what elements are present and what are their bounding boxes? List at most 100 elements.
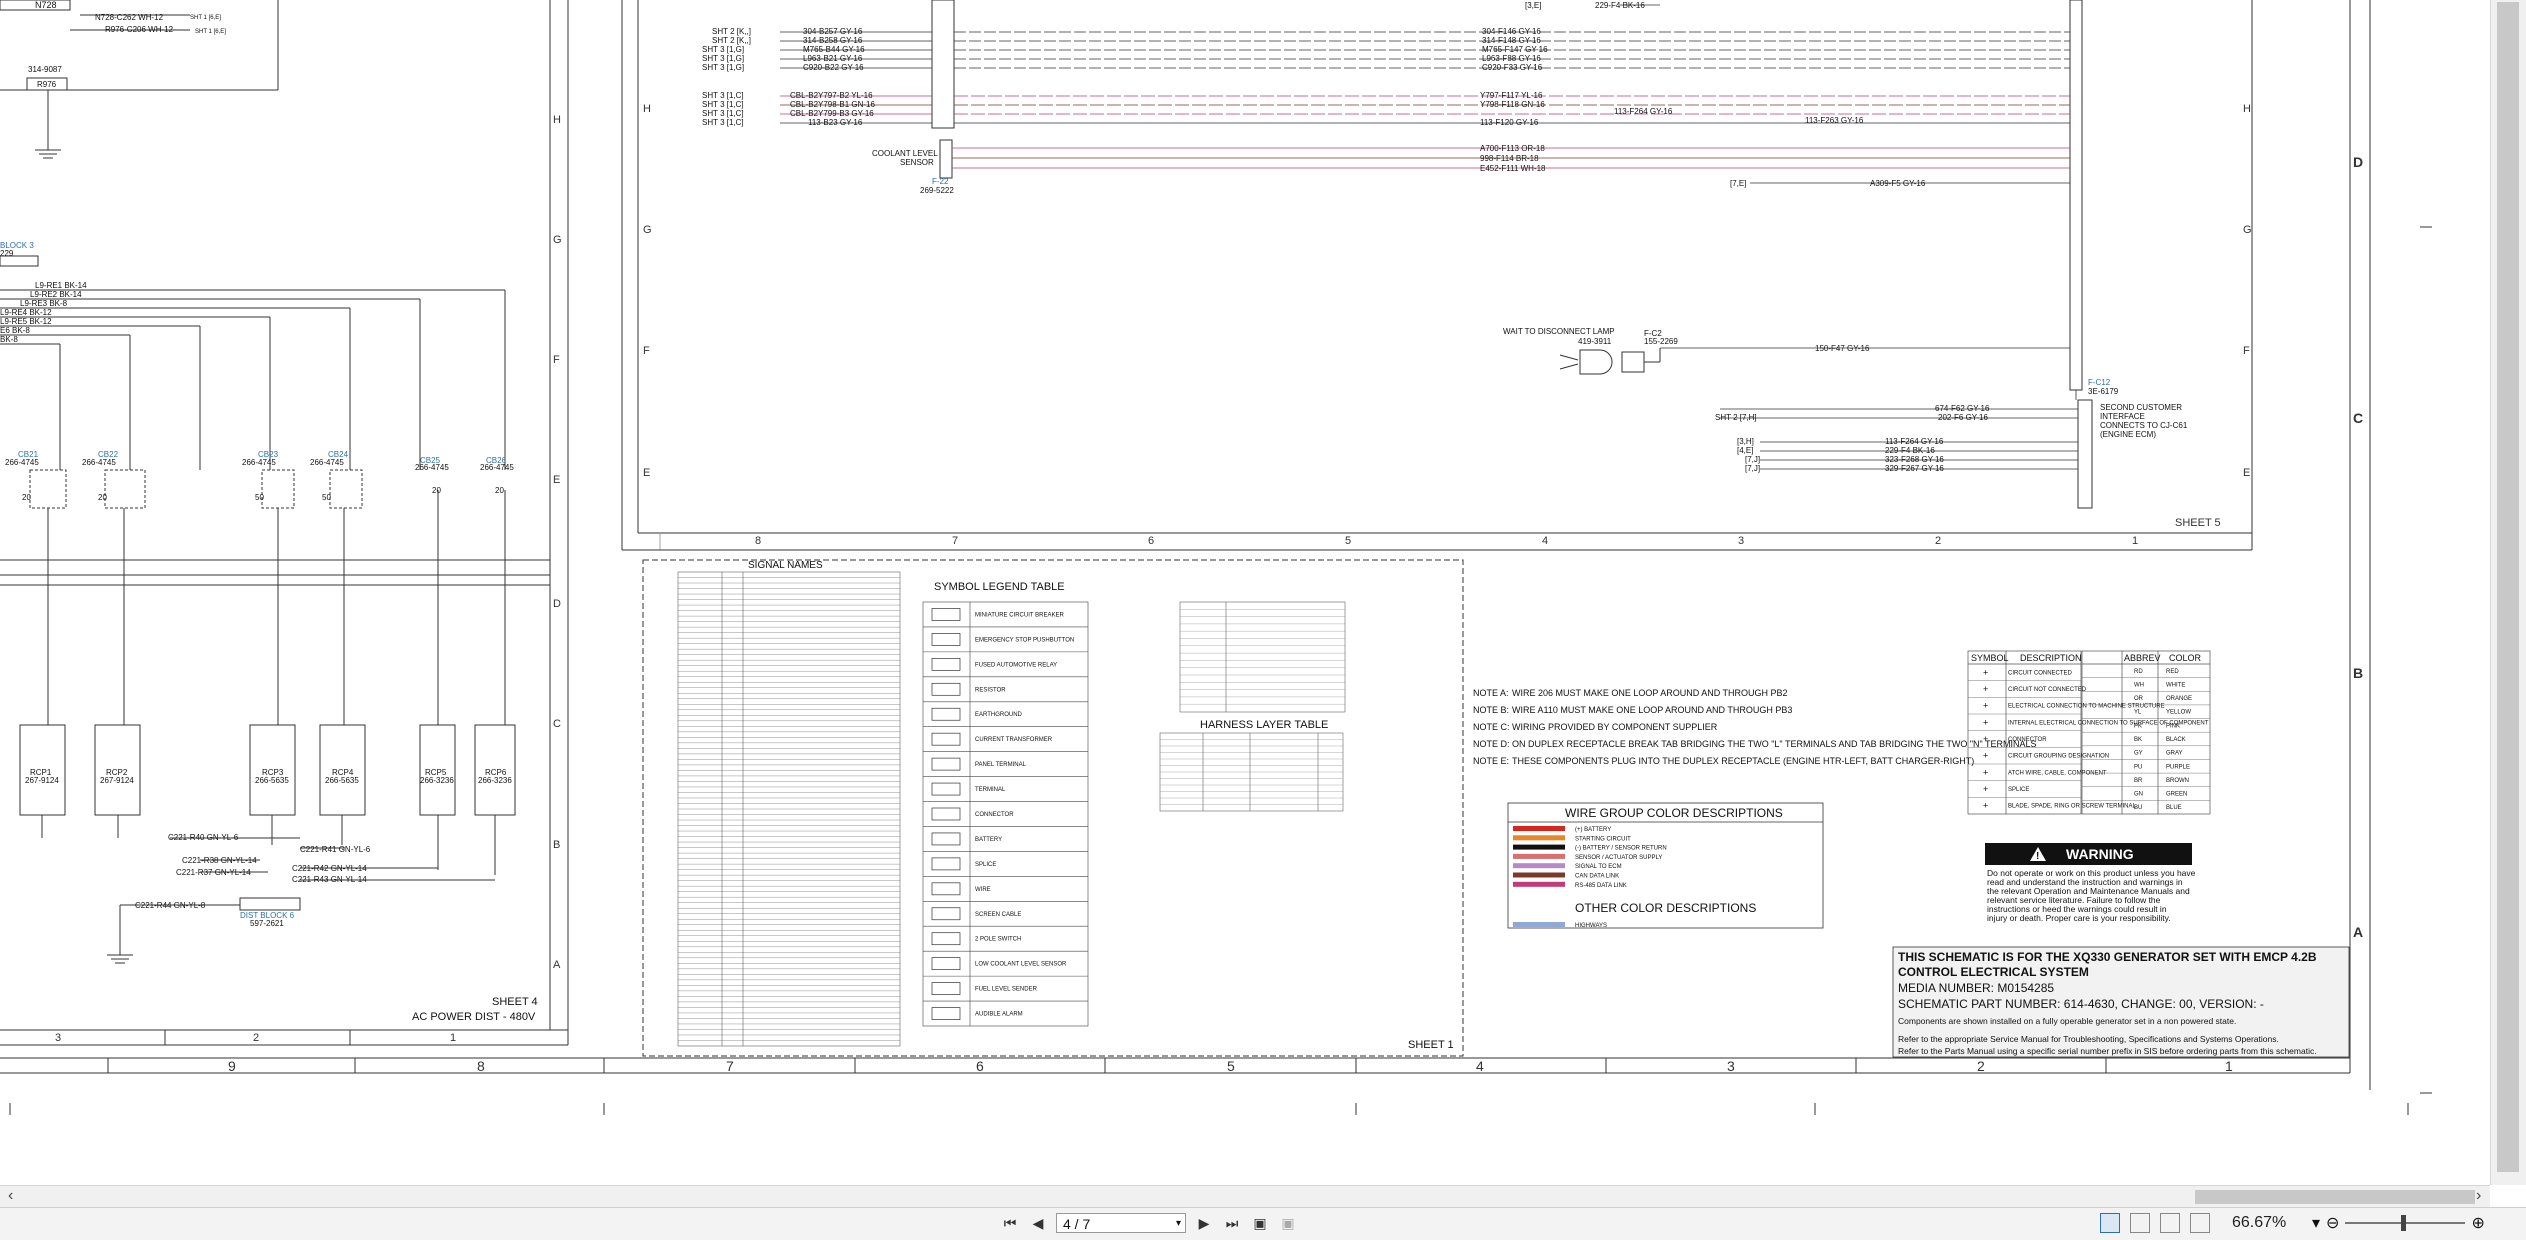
continuous-page-icon[interactable] <box>2130 1213 2150 1233</box>
prev-page-icon[interactable]: ◀ <box>1028 1212 1048 1234</box>
svg-text:SHT 1 [6,E]: SHT 1 [6,E] <box>190 15 221 21</box>
page-number-field[interactable]: 4 / 7 ▾ <box>1056 1213 1186 1233</box>
svg-text:229: 229 <box>0 249 14 258</box>
svg-text:THESE COMPONENTS PLUG INTO THE: THESE COMPONENTS PLUG INTO THE DUPLEX RE… <box>1512 756 1974 766</box>
svg-text:1: 1 <box>450 1032 456 1044</box>
svg-text:SHT 2 [7,H]: SHT 2 [7,H] <box>1715 413 1757 422</box>
horizontal-scroll-thumb[interactable] <box>2195 1190 2475 1204</box>
svg-text:113-F264 GY-16: 113-F264 GY-16 <box>1885 437 1944 446</box>
abbrev-color: BLACK <box>2166 737 2186 743</box>
svg-text:R976-C206 WH-12: R976-C206 WH-12 <box>105 25 174 34</box>
abbrev-color: BLUE <box>2166 805 2182 811</box>
svg-text:Components are shown installed: Components are shown installed on a full… <box>1898 1016 2236 1026</box>
first-page-icon[interactable]: ⏮ <box>1000 1212 1020 1234</box>
wire-group-label: (+) BATTERY <box>1575 827 1611 833</box>
svg-text:1: 1 <box>2225 1058 2233 1074</box>
svg-text:50: 50 <box>255 493 264 502</box>
sheet1-frame <box>0 0 2371 1090</box>
svg-text:CONTROL ELECTRICAL SYSTEM: CONTROL ELECTRICAL SYSTEM <box>1898 965 2089 979</box>
zoom-in-icon[interactable]: ⊕ <box>2471 1213 2484 1233</box>
single-page-icon[interactable] <box>2100 1213 2120 1233</box>
svg-text:113-F120 GY-16: 113-F120 GY-16 <box>1480 118 1539 127</box>
legend-symbol-icon <box>931 832 961 846</box>
last-page-icon[interactable]: ⏭ <box>1222 1212 1242 1234</box>
svg-text:267-9124: 267-9124 <box>100 776 134 785</box>
svg-text:!: ! <box>2036 851 2039 862</box>
svg-text:266-5635: 266-5635 <box>255 776 289 785</box>
svg-text:ABBREV: ABBREV <box>2124 653 2161 663</box>
svg-text:266-4745: 266-4745 <box>82 458 116 467</box>
vertical-scroll-thumb[interactable] <box>2497 2 2519 1172</box>
two-page-icon[interactable] <box>2160 1213 2180 1233</box>
legend-symbol-icon <box>931 882 961 896</box>
page-dropdown-icon[interactable]: ▾ <box>1176 1214 1181 1234</box>
legend-item-label: 2 POLE SWITCH <box>975 937 1021 943</box>
wire-group-label: STARTING CIRCUIT <box>1575 836 1631 842</box>
svg-text:266-3236: 266-3236 <box>420 776 454 785</box>
vertical-scrollbar[interactable] <box>2490 0 2526 1185</box>
svg-text:266-4745: 266-4745 <box>242 458 276 467</box>
svg-text:WIRE 206 MUST MAKE ONE LOOP AR: WIRE 206 MUST MAKE ONE LOOP AROUND AND T… <box>1512 688 1788 698</box>
zoom-dropdown-icon[interactable]: ▾ <box>2312 1213 2320 1233</box>
legend-symbol-icon <box>931 907 961 921</box>
abbrev-code: OR <box>2134 696 2144 702</box>
symbol-description: CIRCUIT GROUPING DESIGNATION <box>2008 754 2109 760</box>
horizontal-scrollbar[interactable]: ‹ › <box>0 1185 2490 1208</box>
svg-text:7: 7 <box>952 535 958 547</box>
svg-text:8: 8 <box>477 1058 485 1074</box>
svg-text:L9-RE3 BK-8: L9-RE3 BK-8 <box>20 299 68 308</box>
svg-text:CONNECTS TO CJ-C61: CONNECTS TO CJ-C61 <box>2100 421 2188 430</box>
zoom-slider[interactable] <box>2345 1215 2466 1231</box>
signal-names-table <box>677 571 901 1047</box>
svg-text:SHEET 4: SHEET 4 <box>492 996 538 1008</box>
svg-text:L9-RE5 BK-12: L9-RE5 BK-12 <box>0 317 52 326</box>
legend-symbol-icon <box>931 932 961 946</box>
svg-text:F-C12: F-C12 <box>2088 378 2111 387</box>
next-page-icon[interactable]: ▶ <box>1194 1212 1214 1234</box>
symbol-description-table <box>1967 650 2211 815</box>
svg-text:MEDIA NUMBER: M0154285: MEDIA NUMBER: M0154285 <box>1898 981 2054 995</box>
svg-text:G: G <box>643 224 652 236</box>
svg-text:L963-B21 GY-16: L963-B21 GY-16 <box>803 54 863 63</box>
scroll-left-icon[interactable]: ‹ <box>8 1187 13 1205</box>
legend-symbol-icon <box>931 1007 961 1020</box>
svg-text:SHT 2 [K,,]: SHT 2 [K,,] <box>712 36 751 45</box>
symbol-icon: + <box>1983 701 1988 711</box>
svg-text:G: G <box>553 234 562 246</box>
svg-text:155-2269: 155-2269 <box>1644 337 1678 346</box>
abbrev-code: BR <box>2134 778 2143 784</box>
fit-width-icon[interactable] <box>2190 1213 2210 1233</box>
svg-text:6: 6 <box>976 1058 984 1074</box>
svg-text:F: F <box>553 354 560 366</box>
page-layout-alt-icon[interactable]: ▣ <box>1278 1212 1298 1234</box>
svg-text:304-F146 GY-16: 304-F146 GY-16 <box>1482 27 1541 36</box>
circuit-breaker-group <box>0 469 550 725</box>
svg-text:[3,H]: [3,H] <box>1737 437 1754 446</box>
scroll-right-icon[interactable]: › <box>2476 1187 2481 1205</box>
page-layout-icon[interactable]: ▣ <box>1250 1212 1270 1234</box>
svg-text:SHT 3 [1,C]: SHT 3 [1,C] <box>702 91 744 100</box>
svg-text:419-3911: 419-3911 <box>1578 337 1612 346</box>
legend-item-label: CURRENT TRANSFORMER <box>975 737 1053 743</box>
svg-text:266-4745: 266-4745 <box>415 463 449 472</box>
svg-text:SHT 3 [1,G]: SHT 3 [1,G] <box>702 45 744 54</box>
svg-text:314-9087: 314-9087 <box>28 65 62 74</box>
symbol-icon: + <box>1983 734 1988 744</box>
n728-label: N728 <box>35 0 57 10</box>
svg-text:[7,E]: [7,E] <box>1730 179 1746 188</box>
zoom-slider-knob[interactable] <box>2401 1215 2407 1231</box>
svg-text:9: 9 <box>228 1058 236 1074</box>
svg-text:113-F263 GY-16: 113-F263 GY-16 <box>1805 116 1864 125</box>
sheet5-frame <box>621 0 2253 551</box>
legend-symbol-icon <box>931 608 961 621</box>
document-viewport[interactable]: N728 N728-C262 WH-12 R976-C206 WH-12 SHT… <box>0 0 2490 1185</box>
svg-text:NOTE B:: NOTE B: <box>1473 705 1509 715</box>
symbol-icon: + <box>1983 717 1988 727</box>
svg-text:NOTE A:: NOTE A: <box>1473 688 1509 698</box>
abbrev-code: PU <box>2134 764 2142 770</box>
zoom-out-icon[interactable]: ⊖ <box>2326 1213 2339 1233</box>
svg-text:266-4745: 266-4745 <box>5 458 39 467</box>
svg-text:WARNING: WARNING <box>2066 846 2134 862</box>
svg-text:113-F264 GY-16: 113-F264 GY-16 <box>1614 107 1673 116</box>
svg-text:NOTE C:: NOTE C: <box>1473 722 1510 732</box>
